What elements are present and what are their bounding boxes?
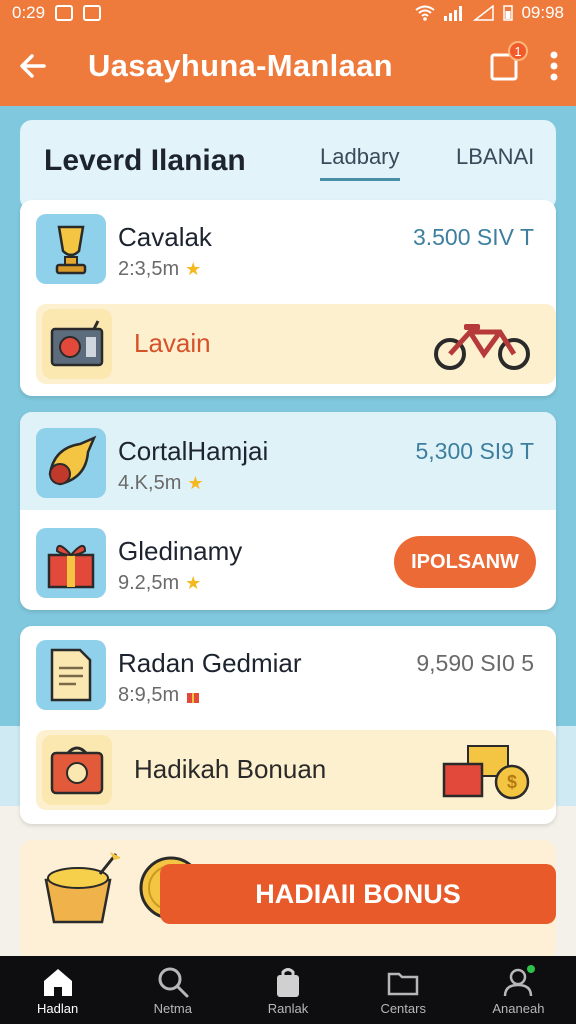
status-time: 0:29 xyxy=(12,3,46,22)
document-icon xyxy=(36,640,106,710)
folder-icon xyxy=(387,972,419,995)
item-meta: 8:9,5m xyxy=(118,684,201,707)
search-icon xyxy=(158,967,189,997)
profile-icon xyxy=(504,964,536,996)
section-title: Leverd Ilanian xyxy=(44,144,246,177)
tab-ladbary[interactable]: Ladbary xyxy=(320,144,400,181)
signal-icon xyxy=(444,6,463,21)
status-clock: 09:98 xyxy=(521,3,564,22)
item-meta: 2:3,5m ★ xyxy=(118,258,201,281)
status-app-icon xyxy=(55,5,74,21)
item-meta-text: 4.K,5m xyxy=(118,472,182,494)
band-label: Lavain xyxy=(134,328,211,358)
back-arrow-icon[interactable] xyxy=(18,51,48,81)
app-bar: Uasayhuna-Manlaan 1 xyxy=(0,26,576,106)
radio-icon xyxy=(42,309,112,379)
bottom-nav: Hadlan Netma Ranlak Centars Ananeah xyxy=(0,956,576,1024)
item-card[interactable]: Cavalak 2:3,5m ★ 3.500 SIV T Lavain xyxy=(20,200,556,396)
status-photo-icon xyxy=(83,5,102,21)
item-meta-text: 2:3,5m xyxy=(118,258,180,280)
star-icon: ★ xyxy=(187,473,204,493)
bird-icon xyxy=(36,428,106,498)
nav-home[interactable]: Hadlan xyxy=(0,956,115,1024)
item-meta: 4.K,5m ★ xyxy=(118,472,204,495)
battery-icon xyxy=(503,5,514,21)
wifi-icon xyxy=(415,5,436,21)
band-label: Hadikah Bonuan xyxy=(134,754,327,784)
bonus-button[interactable]: HADIAII BONUS xyxy=(160,864,556,924)
bag-icon xyxy=(277,967,299,997)
signal-outline-icon xyxy=(473,5,495,21)
status-bar: 0:29 09:98 xyxy=(0,0,576,26)
claim-button[interactable]: IPOLSANW xyxy=(394,536,536,588)
item-name: CortalHamjai xyxy=(118,436,269,466)
more-menu-icon[interactable] xyxy=(550,51,558,81)
bicycle-icon xyxy=(434,324,530,370)
notification-button[interactable]: 1 xyxy=(488,41,528,83)
nav-label: Ranlak xyxy=(267,1000,309,1016)
list-item[interactable]: Gledinamy 9.2,5m ★ IPOLSANW xyxy=(20,514,556,610)
item-price: 5,300 SI9 T xyxy=(415,438,535,464)
star-icon: ★ xyxy=(185,259,202,279)
item-meta-text: 9.2,5m xyxy=(118,572,180,594)
svg-text:$: $ xyxy=(507,772,517,792)
list-item[interactable]: CortalHamjai 4.K,5m ★ 5,300 SI9 T xyxy=(20,414,556,510)
item-price: 9,590 SI0 5 xyxy=(416,650,534,676)
nav-search[interactable]: Netma xyxy=(115,956,230,1024)
promo-band[interactable]: Hadikah Bonuan $ xyxy=(36,730,556,810)
list-header: Leverd Ilanian Ladbary LBANAI xyxy=(20,120,556,210)
nav-label: Hadlan xyxy=(37,1000,79,1016)
list-item[interactable]: Cavalak 2:3,5m ★ 3.500 SIV T xyxy=(20,200,556,296)
nav-label: Centars xyxy=(380,1000,426,1016)
trophy-icon xyxy=(36,214,106,284)
nav-label: Ananeah xyxy=(492,1000,545,1016)
item-card[interactable]: Radan Gedmiar 8:9,5m 9,590 SI0 5 Hadikah… xyxy=(20,626,556,824)
item-meta-text: 8:9,5m xyxy=(118,684,180,706)
page-title: Uasayhuna-Manlaan xyxy=(88,48,393,83)
nav-folder[interactable]: Centars xyxy=(346,956,461,1024)
tab-lbanai[interactable]: LBANAI xyxy=(456,144,534,170)
nav-bag[interactable]: Ranlak xyxy=(230,956,345,1024)
home-icon xyxy=(43,968,72,996)
gift-box-icon xyxy=(36,528,106,598)
item-price: 3.500 SIV T xyxy=(412,224,534,250)
safe-icon xyxy=(42,735,112,805)
list-item[interactable]: Radan Gedmiar 8:9,5m 9,590 SI0 5 xyxy=(20,626,556,722)
bonus-card: $ HADIAII BONUS xyxy=(20,840,556,960)
nav-label: Netma xyxy=(153,1000,192,1016)
item-name: Gledinamy xyxy=(118,536,243,566)
promo-band[interactable]: Lavain xyxy=(36,304,556,384)
basket-icon xyxy=(44,852,120,924)
treasure-icon: $ xyxy=(442,745,530,800)
nav-profile[interactable]: Ananeah xyxy=(461,956,576,1024)
gift-icon xyxy=(187,692,200,703)
notification-badge: 1 xyxy=(508,41,528,61)
item-name: Cavalak xyxy=(118,222,212,252)
item-card[interactable]: CortalHamjai 4.K,5m ★ 5,300 SI9 T Gledin… xyxy=(20,412,556,610)
star-icon: ★ xyxy=(185,573,202,593)
item-name: Radan Gedmiar xyxy=(118,648,302,678)
item-meta: 9.2,5m ★ xyxy=(118,572,201,595)
